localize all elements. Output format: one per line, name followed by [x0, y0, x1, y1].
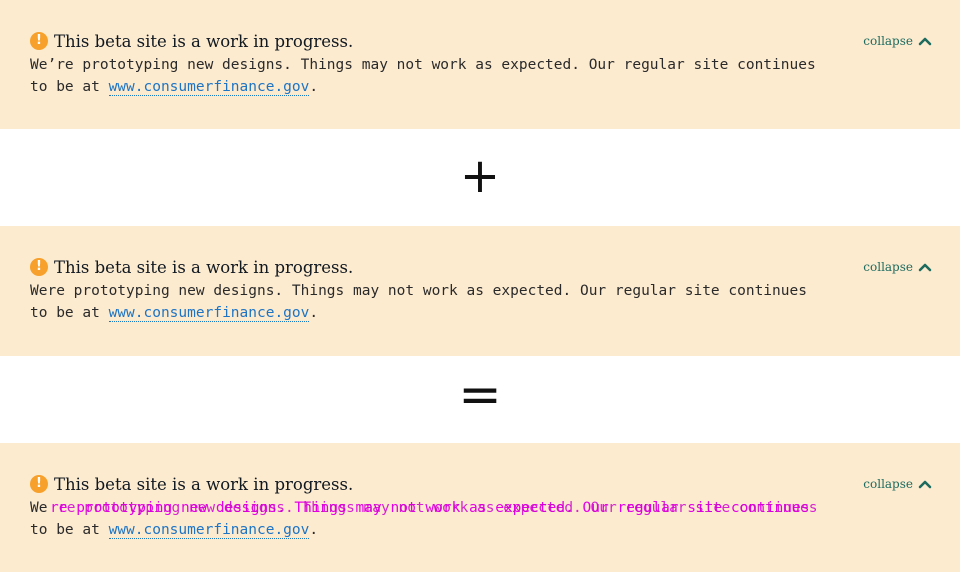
- collapse-label: collapse: [863, 260, 913, 274]
- consumerfinance-link[interactable]: www.consumerfinance.gov: [108, 79, 310, 96]
- chevron-up-icon: [918, 263, 932, 272]
- banner-header: ! This beta site is a work in progress.: [30, 257, 353, 277]
- consumerfinance-link[interactable]: www.consumerfinance.gov: [108, 305, 310, 322]
- beta-banner-diff-result: ! This beta site is a work in progress. …: [0, 443, 960, 572]
- banner-body-line-1: We’re prototyping new designs. Things ma…: [30, 57, 816, 73]
- beta-banner-modified: ! This beta site is a work in progress. …: [0, 226, 960, 356]
- body-prefix: to be at: [30, 522, 109, 538]
- exclamation-circle-icon: !: [30, 32, 48, 50]
- banner-body-line-1: Were prototyping new designs. Things may…: [30, 283, 807, 299]
- chevron-up-icon: [918, 480, 932, 489]
- banner-title: This beta site is a work in progress.: [54, 257, 354, 277]
- beta-banner-original: ! This beta site is a work in progress. …: [0, 0, 960, 129]
- plus-operator: +: [459, 148, 501, 204]
- collapse-button[interactable]: collapse: [863, 477, 932, 491]
- exclamation-circle-icon: !: [30, 475, 48, 493]
- banner-body-line-2: to be at www.consumerfinance.gov.: [30, 79, 319, 96]
- banner-header: ! This beta site is a work in progress.: [30, 474, 353, 494]
- body-suffix: .: [309, 79, 319, 95]
- diff-overlay-text-shifted: re prototyping new designs. Things may n…: [58, 500, 818, 516]
- banner-title: This beta site is a work in progress.: [54, 474, 354, 494]
- chevron-up-icon: [918, 37, 932, 46]
- banner-body-line-2: to be at www.consumerfinance.gov.: [30, 522, 319, 539]
- exclamation-circle-icon: !: [30, 258, 48, 276]
- body-suffix: .: [309, 305, 319, 321]
- collapse-button[interactable]: collapse: [863, 34, 932, 48]
- body-prefix: to be at: [30, 79, 109, 95]
- collapse-label: collapse: [863, 477, 913, 491]
- collapse-label: collapse: [863, 34, 913, 48]
- banner-header: ! This beta site is a work in progress.: [30, 31, 353, 51]
- body-suffix: .: [309, 522, 319, 538]
- banner-body-line-2: to be at www.consumerfinance.gov.: [30, 305, 319, 322]
- equals-operator: =: [458, 365, 502, 425]
- consumerfinance-link[interactable]: www.consumerfinance.gov: [108, 522, 310, 539]
- collapse-button[interactable]: collapse: [863, 260, 932, 274]
- body-prefix: to be at: [30, 305, 109, 321]
- banner-title: This beta site is a work in progress.: [54, 31, 354, 51]
- banner-body-line-1: We: [30, 500, 48, 516]
